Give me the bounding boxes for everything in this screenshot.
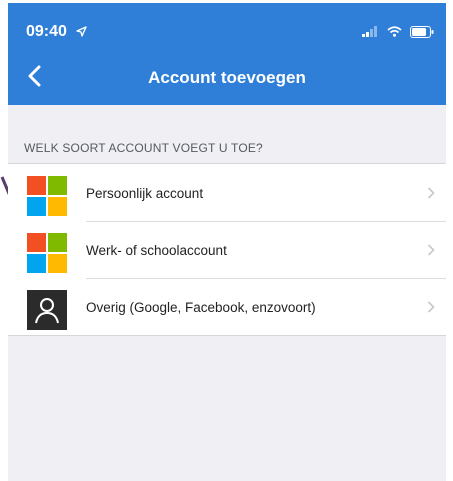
- status-icons: [358, 23, 434, 38]
- list-item-label: Persoonlijk account: [86, 186, 204, 201]
- phone-screen: 09:40 Account toevoegen WELK SOORT ACCOU…: [8, 3, 446, 481]
- microsoft-logo-icon: [27, 233, 67, 273]
- account-type-list: Persoonlijk account Werk- of schoolaccou…: [8, 163, 446, 336]
- person-glyph-icon: [35, 298, 59, 324]
- chevron-right-icon: [427, 244, 435, 256]
- person-icon: [27, 290, 67, 330]
- status-time: 09:40: [26, 23, 88, 41]
- list-item-label: Overig (Google, Facebook, enzovoort): [86, 300, 316, 315]
- navigation-bar: Account toevoegen: [8, 49, 446, 105]
- section-header: WELK SOORT ACCOUNT VOEGT U TOE?: [24, 141, 263, 155]
- battery-icon: [410, 25, 434, 38]
- list-item-other-account[interactable]: Overig (Google, Facebook, enzovoort): [8, 278, 446, 335]
- status-time-text: 09:40: [26, 23, 67, 40]
- location-arrow-icon: [76, 26, 88, 37]
- page-title: Account toevoegen: [148, 68, 306, 87]
- microsoft-logo-icon: [27, 176, 67, 216]
- status-bar: 09:40: [8, 3, 446, 49]
- list-item-label: Werk- of schoolaccount: [86, 243, 227, 258]
- chevron-right-icon: [427, 301, 435, 313]
- chevron-right-icon: [427, 187, 435, 199]
- signal-icon: [362, 26, 378, 38]
- list-item-work-school-account[interactable]: Werk- of schoolaccount: [8, 221, 446, 278]
- wifi-icon: [386, 26, 402, 38]
- list-item-personal-account[interactable]: Persoonlijk account: [8, 164, 446, 221]
